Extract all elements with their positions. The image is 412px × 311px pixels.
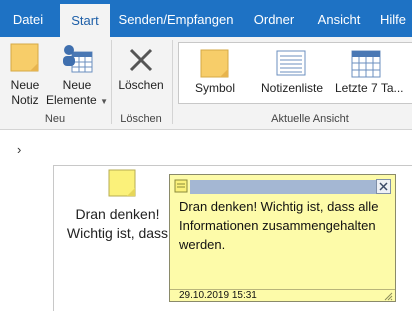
- group-divider: [172, 40, 173, 124]
- note-icon: [10, 43, 39, 72]
- view-last-7-days-label: Letzte 7 Ta...: [335, 81, 404, 95]
- view-note-list-label: Notizenliste: [260, 81, 324, 95]
- tab-send-receive[interactable]: Senden/Empfangen: [116, 0, 236, 37]
- note-body-text[interactable]: Dran denken! Wichtig ist, dass alle Info…: [179, 197, 389, 254]
- note-menu-icon[interactable]: [174, 179, 188, 193]
- view-symbol-label: Symbol: [194, 81, 235, 95]
- ribbon-tab-bar: Datei Start Senden/Empfangen Ordner Ansi…: [0, 0, 412, 37]
- list-icon: [276, 50, 306, 76]
- tab-folder[interactable]: Ordner: [246, 0, 302, 37]
- calendar-icon: [351, 50, 381, 78]
- expand-nav-chevron-icon[interactable]: ›: [17, 142, 21, 157]
- close-x-glyph: [379, 182, 388, 191]
- new-note-label-2: Notiz: [11, 93, 39, 107]
- note-date: 29.10.2019 15:31: [179, 290, 257, 301]
- new-items-icon: [63, 45, 93, 73]
- resize-grip-icon[interactable]: [383, 291, 393, 301]
- tab-start[interactable]: Start: [60, 4, 110, 37]
- tab-file[interactable]: Datei: [3, 0, 53, 37]
- note-caption-line-1: Dran denken!: [75, 206, 160, 222]
- note-item-icon[interactable]: [108, 169, 137, 198]
- new-note-label-1: Neue: [10, 78, 40, 92]
- group-label-current-view: Aktuelle Ansicht: [271, 113, 349, 125]
- group-label-new: Neu: [44, 113, 66, 125]
- ribbon: Neue Notiz Neue Elemente ▼ Neu Löschen L…: [0, 37, 412, 130]
- group-divider: [111, 40, 112, 124]
- new-items-label-1: Neue: [62, 78, 92, 92]
- dropdown-arrow-icon: ▼: [100, 97, 108, 106]
- note-footer: 29.10.2019 15:31: [170, 289, 395, 301]
- view-gallery: Symbol Notizenliste Letzte 7 Ta...: [178, 42, 412, 104]
- tab-help[interactable]: Hilfe: [380, 0, 412, 37]
- note-title-bar[interactable]: [190, 180, 391, 194]
- close-icon[interactable]: [376, 179, 391, 194]
- note-icon: [200, 49, 229, 78]
- note-item-caption[interactable]: Dran denken! Wichtig ist, dass: [60, 205, 175, 243]
- sticky-note-window[interactable]: Dran denken! Wichtig ist, dass alle Info…: [169, 174, 396, 302]
- delete-x-icon: [129, 48, 153, 72]
- group-label-delete: Löschen: [120, 113, 162, 125]
- note-caption-line-2: Wichtig ist, dass: [66, 225, 169, 241]
- new-items-label-2: Elemente: [46, 93, 97, 107]
- tab-view[interactable]: Ansicht: [310, 0, 368, 37]
- delete-label: Löschen: [118, 78, 164, 92]
